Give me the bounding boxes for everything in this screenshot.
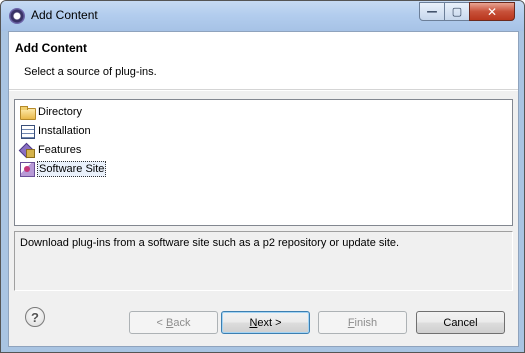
next-label-rest: ext > <box>257 316 282 329</box>
cancel-label: Cancel <box>443 316 478 329</box>
next-button[interactable]: Next > <box>221 311 310 334</box>
minimize-button[interactable]: — <box>419 2 445 21</box>
finish-mnemonic: F <box>347 316 355 329</box>
next-mnemonic: N <box>249 316 258 329</box>
close-button[interactable]: ✕ <box>469 2 515 21</box>
maximize-icon: ▢ <box>451 5 463 18</box>
back-prefix: < <box>156 316 166 329</box>
folder-icon <box>19 104 36 120</box>
list-item-features[interactable]: Features <box>19 141 82 158</box>
dialog-body: Add Content Select a source of plug-ins.… <box>8 31 519 347</box>
features-icon <box>19 142 35 158</box>
installation-icon <box>19 123 35 139</box>
page-title: Add Content <box>15 41 87 55</box>
list-item-installation[interactable]: Installation <box>19 122 92 139</box>
software-site-icon <box>19 161 35 177</box>
list-item-label: Installation <box>38 124 91 137</box>
eclipse-icon <box>9 8 25 24</box>
source-list[interactable]: Directory Installation Features Software… <box>14 99 513 226</box>
cancel-button[interactable]: Cancel <box>416 311 505 334</box>
minimize-icon: — <box>426 5 438 18</box>
list-item-directory[interactable]: Directory <box>19 103 83 120</box>
wizard-header: Add Content Select a source of plug-ins. <box>9 32 518 90</box>
window-title: Add Content <box>31 8 98 22</box>
back-label-rest: ack <box>173 316 191 329</box>
finish-label-rest: inish <box>354 316 378 329</box>
source-description: Download plug-ins from a software site s… <box>20 237 400 249</box>
list-item-software-site[interactable]: Software Site <box>19 160 107 177</box>
list-item-label: Features <box>38 143 82 156</box>
add-content-dialog: Add Content — ▢ ✕ Add Content Select a s… <box>0 0 525 353</box>
title-bar[interactable]: Add Content — ▢ ✕ <box>1 1 524 31</box>
back-button[interactable]: < Back <box>129 311 218 334</box>
help-icon[interactable]: ? <box>25 307 45 327</box>
header-separator <box>9 90 518 91</box>
close-icon: ✕ <box>486 4 498 19</box>
list-item-label: Software Site <box>37 160 107 177</box>
help-glyph: ? <box>31 309 39 325</box>
description-panel: Download plug-ins from a software site s… <box>14 231 513 291</box>
maximize-button[interactable]: ▢ <box>444 2 470 21</box>
page-description: Select a source of plug-ins. <box>24 66 157 78</box>
list-item-label: Directory <box>38 105 83 118</box>
finish-button[interactable]: Finish <box>318 311 407 334</box>
back-mnemonic: B <box>166 316 174 329</box>
